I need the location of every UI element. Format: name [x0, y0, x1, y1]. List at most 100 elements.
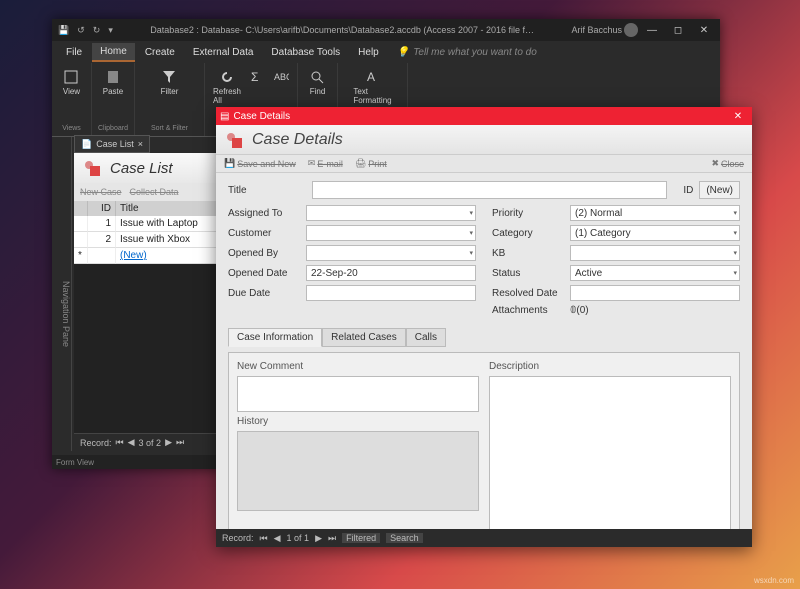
next-record-icon[interactable]: ▶ — [165, 437, 172, 448]
undo-icon[interactable]: ↺ — [77, 25, 85, 36]
menu-file[interactable]: File — [58, 44, 90, 61]
textfmt-label: Text Formatting — [353, 87, 391, 105]
case-details-close-button[interactable]: ✕ — [724, 107, 752, 125]
resolved-date-field[interactable] — [570, 285, 740, 301]
row-selector[interactable] — [74, 232, 88, 248]
window-title: Database2 : Database- C:\Users\arifb\Doc… — [113, 25, 572, 35]
lightbulb-icon: 💡 — [397, 47, 409, 58]
case-details-header-label: Case Details — [252, 131, 343, 149]
menu-home[interactable]: Home — [92, 43, 135, 62]
find-label: Find — [310, 87, 326, 96]
menu-create[interactable]: Create — [137, 44, 183, 61]
case-list-tab[interactable]: 📄 Case List × — [74, 135, 150, 153]
kb-label: KB — [492, 248, 570, 259]
priority-combo[interactable]: (2) Normal ▾ — [570, 205, 740, 221]
description-textarea[interactable] — [489, 376, 731, 529]
new-case-button[interactable]: New Case — [80, 187, 122, 197]
collect-data-button[interactable]: Collect Data — [130, 187, 179, 197]
status-combo[interactable]: Active ▾ — [570, 265, 740, 281]
close-button[interactable]: ✕ — [692, 19, 716, 41]
id-label: ID — [673, 185, 693, 196]
chevron-down-icon: ▾ — [733, 229, 737, 237]
menu-external-data[interactable]: External Data — [185, 44, 262, 61]
ribbon-clipboard: Paste Clipboard — [92, 63, 135, 136]
email-button[interactable]: ✉E-mail — [308, 158, 343, 169]
navigation-pane[interactable]: Navigation Pane — [52, 137, 72, 451]
maximize-button[interactable]: ◻ — [666, 19, 690, 41]
menubar: File Home Create External Data Database … — [52, 41, 720, 63]
tell-me[interactable]: 💡 Tell me what you want to do — [397, 47, 537, 58]
filtered-indicator[interactable]: Filtered — [342, 533, 380, 543]
field-col-right: Priority(2) Normal▾ Category(1) Category… — [492, 205, 740, 316]
minimize-button[interactable]: — — [640, 19, 664, 41]
svg-text:Σ: Σ — [251, 70, 258, 84]
find-button[interactable]: Find — [307, 67, 327, 98]
chevron-down-icon: ▾ — [733, 209, 737, 217]
user-avatar-icon[interactable] — [624, 23, 638, 37]
first-record-icon[interactable]: ⏮ — [260, 533, 268, 544]
user-name[interactable]: Arif Bacchus — [571, 25, 622, 35]
close-form-button[interactable]: ✖Close — [711, 158, 744, 169]
priority-value: (2) Normal — [575, 208, 622, 219]
resolved-date-label: Resolved Date — [492, 288, 570, 299]
due-date-field[interactable] — [306, 285, 476, 301]
chevron-down-icon: ▾ — [733, 269, 737, 277]
save-and-new-button[interactable]: 💾Save and New — [224, 158, 296, 169]
attachments-value[interactable]: 𝟘(0) — [570, 305, 589, 316]
row-selector[interactable] — [74, 216, 88, 232]
pane-left: New Comment History — [237, 361, 479, 529]
last-record-icon[interactable]: ⏭ — [328, 533, 336, 544]
new-link[interactable]: (New) — [120, 250, 147, 261]
cell-id[interactable] — [88, 248, 116, 264]
chevron-down-icon: ▾ — [469, 209, 473, 217]
text-formatting-button[interactable]: AText Formatting — [351, 67, 393, 107]
tab-calls[interactable]: Calls — [406, 328, 446, 347]
tab-related-cases[interactable]: Related Cases — [322, 328, 406, 347]
filter-button[interactable]: Filter — [159, 67, 181, 98]
menu-database-tools[interactable]: Database Tools — [263, 44, 348, 61]
last-record-icon[interactable]: ⏭ — [176, 437, 184, 448]
form-icon: 📄 — [81, 139, 92, 150]
tab-pane: New Comment History Description — [228, 352, 740, 529]
kb-combo[interactable]: ▾ — [570, 245, 740, 261]
col-id[interactable]: ID — [88, 201, 116, 216]
save-icon[interactable]: 💾 — [58, 25, 69, 36]
opened-date-field[interactable]: 22-Sep-20 — [306, 265, 476, 281]
first-record-icon[interactable]: ⏮ — [116, 437, 124, 448]
redo-icon[interactable]: ↻ — [93, 25, 101, 36]
search-box[interactable]: Search — [386, 533, 423, 543]
new-row-icon: * — [74, 248, 88, 264]
pane-right: Description — [489, 361, 731, 529]
opened-by-combo[interactable]: ▾ — [306, 245, 476, 261]
case-details-record-bar: Record: ⏮ ◀ 1 of 1 ▶ ⏭ Filtered Search — [216, 529, 752, 547]
customer-combo[interactable]: ▾ — [306, 225, 476, 241]
spelling-button[interactable]: ABC — [271, 67, 291, 107]
group-clipboard-label: Clipboard — [98, 125, 128, 132]
title-label: Title — [228, 185, 306, 196]
cell-id[interactable]: 1 — [88, 216, 116, 232]
prev-record-icon[interactable]: ◀ — [128, 437, 135, 448]
customer-label: Customer — [228, 228, 306, 239]
record-pos: 1 of 1 — [287, 533, 310, 543]
totals-button[interactable]: Σ — [247, 67, 267, 107]
title-input[interactable] — [312, 181, 667, 199]
cell-id[interactable]: 2 — [88, 232, 116, 248]
nav-pane-label: Navigation Pane — [61, 281, 71, 347]
close-tab-icon[interactable]: × — [138, 139, 143, 149]
next-record-icon[interactable]: ▶ — [315, 533, 322, 544]
menu-help[interactable]: Help — [350, 44, 387, 61]
ribbon-sort-filter: Filter Sort & Filter — [135, 63, 205, 136]
print-button[interactable]: 🖨Print — [355, 158, 387, 169]
new-comment-textarea[interactable] — [237, 376, 479, 412]
paste-button[interactable]: Paste — [101, 67, 125, 98]
refresh-button[interactable]: Refresh All — [211, 67, 243, 107]
tab-case-information[interactable]: Case Information — [228, 328, 322, 347]
history-textarea[interactable] — [237, 431, 479, 511]
case-list-tab-label: Case List — [96, 139, 134, 149]
record-label: Record: — [222, 533, 254, 543]
view-button[interactable]: View — [61, 67, 82, 98]
assigned-to-combo[interactable]: ▾ — [306, 205, 476, 221]
prev-record-icon[interactable]: ◀ — [274, 533, 281, 544]
status-value: Active — [575, 268, 602, 279]
category-combo[interactable]: (1) Category▾ — [570, 225, 740, 241]
